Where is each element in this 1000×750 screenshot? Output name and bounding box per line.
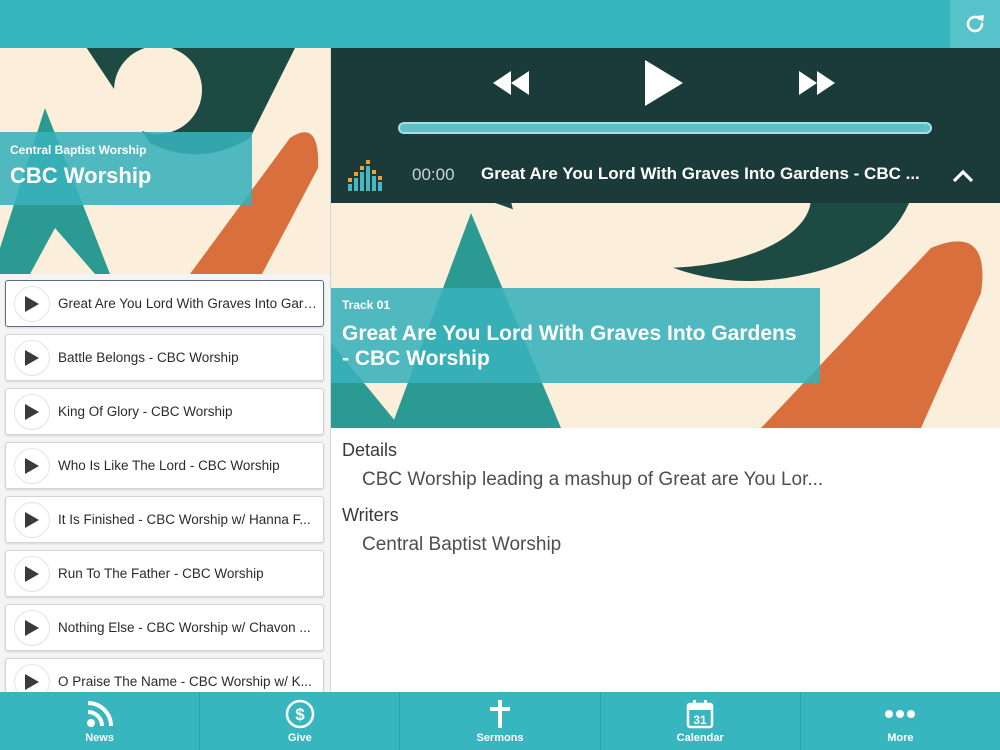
track-title: It Is Finished - CBC Worship w/ Hanna F.… [58,512,311,527]
calendar-day: 31 [694,713,708,727]
play-icon[interactable] [14,663,50,692]
track-list-item[interactable]: O Praise The Name - CBC Worship w/ K... [5,658,324,692]
fast-forward-button[interactable] [797,68,837,103]
nav-label: Sermons [476,732,524,744]
equalizer-icon [347,156,383,192]
details-text: CBC Worship leading a mashup of Great ar… [362,469,824,490]
track-list-item[interactable]: It Is Finished - CBC Worship w/ Hanna F.… [5,496,324,543]
play-icon[interactable] [14,501,50,538]
track-list-item[interactable]: Who Is Like The Lord - CBC Worship [5,442,324,489]
writers-text: Central Baptist Worship [362,534,562,555]
album-subtitle: Central Baptist Worship [10,143,147,157]
svg-text:$: $ [295,705,305,724]
nav-news[interactable]: News [0,692,201,750]
play-icon[interactable] [14,609,50,646]
play-icon [645,60,683,106]
nav-label: Give [287,732,312,744]
play-icon[interactable] [14,555,50,592]
fast-forward-icon [799,71,835,95]
elapsed-time: 00:00 [412,165,455,184]
current-track-title: Great Are You Lord With Graves Into Gard… [342,322,797,370]
rewind-button[interactable] [491,68,531,103]
nav-sermons[interactable]: Sermons [400,692,601,750]
rewind-icon [493,71,529,95]
more-icon [884,698,916,730]
now-playing-title: Great Are You Lord With Graves Into Gard… [481,164,920,183]
album-label: Central Baptist Worship CBC Worship [0,132,252,205]
play-icon[interactable] [14,339,50,376]
rss-icon [84,698,116,730]
progress-bar[interactable] [398,122,932,134]
nav-give[interactable]: $ Give [200,692,401,750]
calendar-icon: 31 [684,698,716,730]
details-heading: Details [342,440,398,460]
nav-label: More [887,732,914,744]
audio-player: 00:00 Great Are You Lord With Graves Int… [331,48,1000,203]
track-title: King Of Glory - CBC Worship [58,404,233,419]
chevron-up-icon [952,169,974,183]
track-list-item[interactable]: Battle Belongs - CBC Worship [5,334,324,381]
nav-label: News [85,732,114,744]
refresh-button[interactable] [950,0,1000,48]
play-icon[interactable] [14,393,50,430]
writers-heading: Writers [342,505,399,525]
track-title: Great Are You Lord With Graves Into Gard… [58,296,322,311]
nav-calendar[interactable]: 31 Calendar [601,692,801,750]
play-icon[interactable] [14,447,50,484]
current-track-label: Track 01 Great Are You Lord With Graves … [331,288,820,383]
track-list-item[interactable]: Nothing Else - CBC Worship w/ Chavon ... [5,604,324,651]
collapse-button[interactable] [949,162,977,190]
dollar-icon: $ [284,698,316,730]
track-title: O Praise The Name - CBC Worship w/ K... [58,674,312,689]
track-list-item[interactable]: King Of Glory - CBC Worship [5,388,324,435]
album-panel: Central Baptist Worship CBC Worship Grea… [0,48,331,692]
play-button[interactable] [643,58,685,113]
play-icon[interactable] [14,285,50,322]
top-bar [0,0,1000,48]
nav-more[interactable]: More [801,692,1000,750]
bottom-nav: News $ Give Sermons 31 Calendar More [0,692,1000,750]
track-list-item[interactable]: Great Are You Lord With Graves Into Gard… [5,280,324,327]
nav-label: Calendar [676,732,724,744]
track-title: Battle Belongs - CBC Worship [58,350,239,365]
track-title: Nothing Else - CBC Worship w/ Chavon ... [58,620,311,635]
track-list-item[interactable]: Run To The Father - CBC Worship [5,550,324,597]
track-title: Who Is Like The Lord - CBC Worship [58,458,280,473]
track-number: Track 01 [342,298,391,312]
cross-icon [484,698,516,730]
refresh-icon [966,15,984,33]
track-title: Run To The Father - CBC Worship [58,566,264,581]
track-details: Details CBC Worship leading a mashup of … [342,440,982,556]
album-title: CBC Worship [10,163,152,188]
